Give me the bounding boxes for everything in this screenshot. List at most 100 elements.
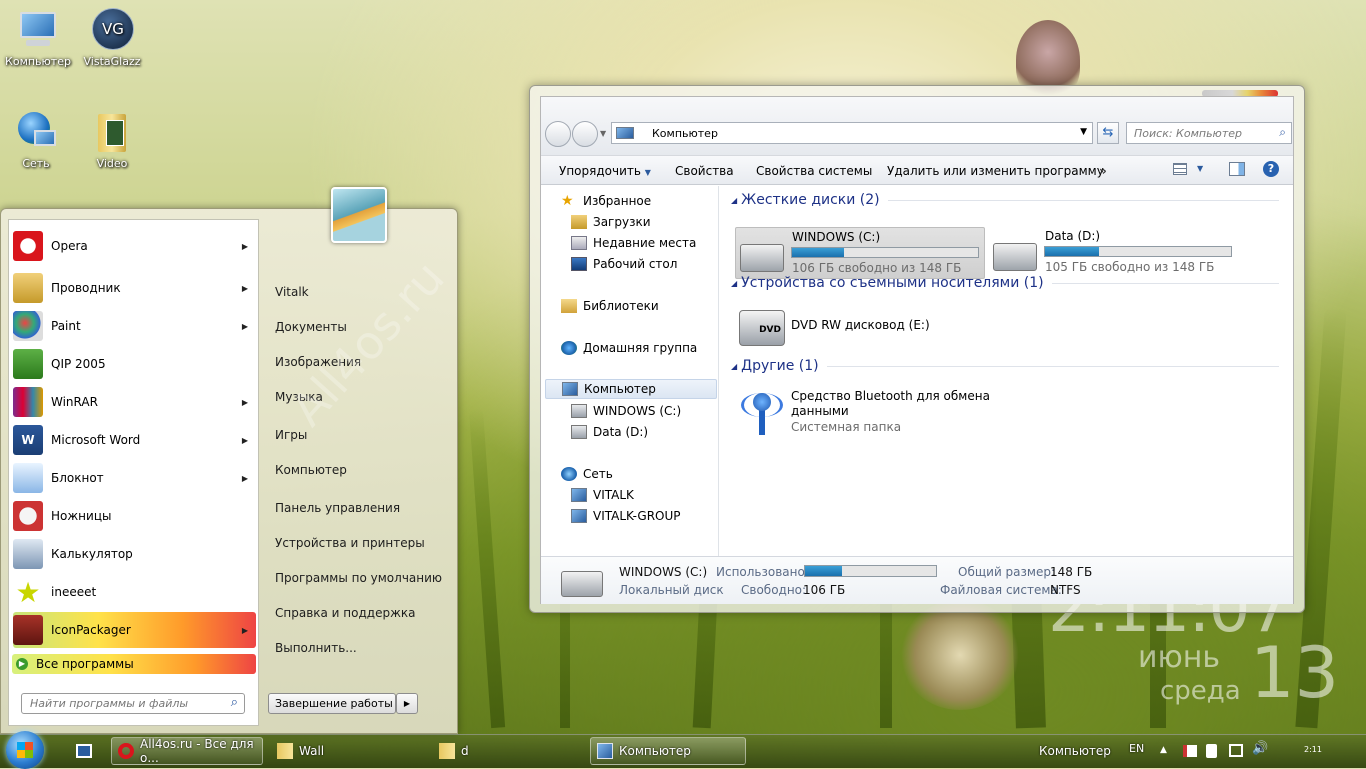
bluetooth-item[interactable]: Средство Bluetooth для обмена данными Си… — [735, 389, 1035, 439]
details-free-value: 106 ГБ — [803, 583, 846, 597]
details-used-label: Использовано: — [716, 565, 809, 579]
help-icon[interactable]: ? — [1263, 161, 1279, 177]
usb-device-icon[interactable] — [1206, 744, 1217, 758]
start-program-item[interactable]: Калькулятор — [13, 536, 256, 572]
view-options-icon[interactable] — [1173, 163, 1187, 175]
start-program-item[interactable]: Opera ▶ — [13, 228, 256, 264]
start-search-box[interactable]: Найти программы и файлы ⌕ — [21, 693, 245, 714]
taskbar-button-opera[interactable]: All4os.ru - Все для о... — [111, 737, 263, 765]
properties-button[interactable]: Свойства — [675, 164, 734, 178]
start-program-item[interactable]: IconPackager ▶ — [13, 612, 256, 648]
show-hidden-icons-button[interactable]: ▲ — [1160, 745, 1167, 755]
drive-tile-c[interactable]: WINDOWS (C:) 106 ГБ свободно из 148 ГБ — [735, 227, 985, 279]
nav-label: Сеть — [583, 467, 613, 481]
start-button[interactable] — [6, 731, 44, 769]
collapse-icon: ◢ — [731, 278, 738, 288]
drive-tile-d[interactable]: Data (D:) 105 ГБ свободно из 148 ГБ — [989, 227, 1239, 279]
computer-icon — [616, 127, 634, 139]
more-commands-button[interactable]: » — [1099, 164, 1107, 178]
network-tray-icon[interactable] — [1229, 744, 1243, 757]
start-place-link[interactable]: Выполнить... — [275, 641, 357, 655]
nav-favorites[interactable]: ★ Избранное — [561, 191, 651, 211]
clock-gadget-month: июнь — [1138, 640, 1221, 675]
history-dropdown-icon[interactable]: ▼ — [600, 129, 606, 138]
shutdown-button[interactable]: Завершение работы — [268, 693, 396, 714]
start-program-label: Microsoft Word — [51, 433, 141, 447]
start-program-item[interactable]: Блокнот ▶ — [13, 460, 256, 496]
taskbar-button-wall[interactable]: Wall — [270, 737, 422, 765]
dvd-drive-item[interactable]: DVD DVD RW дисковод (E:) — [735, 306, 1035, 350]
clock-gadget-weekday: среда — [1160, 676, 1241, 706]
address-dropdown-icon[interactable]: ▼ — [1080, 127, 1087, 137]
tray-clock[interactable]: 2:11 — [1304, 745, 1322, 754]
nav-desktop[interactable]: Рабочий стол — [571, 254, 677, 274]
desktop-icon-video[interactable]: Video — [76, 110, 148, 170]
taskbar-button-d[interactable]: d — [432, 737, 584, 765]
back-button[interactable] — [545, 121, 571, 147]
start-place-link[interactable]: Устройства и принтеры — [275, 536, 425, 550]
language-indicator[interactable]: EN — [1129, 742, 1144, 755]
nav-recent[interactable]: Недавние места — [571, 233, 696, 253]
nav-libraries[interactable]: Библиотеки — [561, 296, 659, 316]
desktop-icon-computer[interactable]: Компьютер — [2, 8, 74, 68]
group-header-removable[interactable]: ◢ Устройства со съемными носителями (1) — [731, 275, 1279, 291]
nav-homegroup[interactable]: Домашняя группа — [561, 338, 697, 358]
start-program-item[interactable]: Ножницы — [13, 498, 256, 534]
nav-computer[interactable]: Компьютер — [545, 379, 717, 399]
nav-network[interactable]: Сеть — [561, 464, 613, 484]
details-drive-name: WINDOWS (C:) — [619, 565, 708, 579]
group-header-other[interactable]: ◢ Другие (1) — [731, 358, 1279, 374]
start-place-link[interactable]: Компьютер — [275, 463, 347, 477]
start-place-link[interactable]: Панель управления — [275, 501, 400, 515]
organize-button[interactable]: Упорядочить ▼ — [559, 164, 651, 178]
start-program-item[interactable]: ★ ineeeet — [13, 574, 256, 610]
desktop-icon-network[interactable]: Сеть — [0, 110, 72, 170]
start-place-link[interactable]: Документы — [275, 320, 347, 334]
system-properties-button[interactable]: Свойства системы — [756, 164, 872, 178]
start-program-item[interactable]: QIP 2005 — [13, 346, 256, 382]
desktop-icon-label: Video — [96, 157, 128, 170]
address-bar[interactable]: Компьютер ▼ — [611, 122, 1093, 144]
word-icon: W — [13, 425, 43, 455]
start-program-item[interactable]: W Microsoft Word ▶ — [13, 422, 256, 458]
nav-label: Домашняя группа — [583, 341, 698, 355]
action-center-icon[interactable] — [1183, 745, 1197, 757]
forward-button[interactable] — [572, 121, 598, 147]
nav-drive-c[interactable]: WINDOWS (C:) — [571, 401, 681, 421]
group-title: Жесткие диски (2) — [741, 192, 880, 208]
search-box[interactable]: Поиск: Компьютер ⌕ — [1126, 122, 1292, 144]
nav-drive-d[interactable]: Data (D:) — [571, 422, 648, 442]
volume-icon[interactable]: 🔊 — [1252, 741, 1268, 756]
preview-pane-icon[interactable] — [1229, 162, 1245, 176]
shutdown-options-button[interactable]: ▶ — [396, 693, 418, 714]
tray-label[interactable]: Компьютер — [1039, 744, 1111, 758]
nav-downloads[interactable]: Загрузки — [571, 212, 651, 232]
uninstall-program-button[interactable]: Удалить или изменить программу — [887, 164, 1104, 178]
start-search-placeholder: Найти программы и файлы — [30, 697, 189, 710]
view-dropdown-icon[interactable]: ▼ — [1197, 164, 1203, 173]
start-place-link[interactable]: Программы по умолчанию — [275, 571, 442, 585]
nav-network-vitalk-group[interactable]: VITALK-GROUP — [571, 506, 681, 526]
start-program-item[interactable]: WinRAR ▶ — [13, 384, 256, 420]
nav-label: Data (D:) — [593, 425, 649, 439]
start-menu-user-picture[interactable] — [331, 187, 387, 243]
all-programs-button[interactable]: ▶ Все программы — [12, 654, 256, 674]
desktop-icon-vistaglazz[interactable]: VG VistaGlazz — [76, 8, 148, 68]
refresh-button[interactable]: ⇆ — [1097, 122, 1119, 144]
start-place-link[interactable]: Vitalk — [275, 285, 309, 299]
nav-network-vitalk[interactable]: VITALK — [571, 485, 634, 505]
group-header-hdd[interactable]: ◢ Жесткие диски (2) — [731, 192, 1279, 208]
start-place-link[interactable]: Игры — [275, 428, 307, 442]
explorer-icon — [13, 273, 43, 303]
taskbar-button-computer[interactable]: Компьютер — [590, 737, 746, 765]
explorer-window[interactable]: ▼ Компьютер ▼ ⇆ Поиск: Компьютер ⌕ Упоря… — [529, 85, 1305, 613]
bluetooth-type: Системная папка — [791, 420, 902, 434]
start-program-item[interactable]: Paint ▶ — [13, 308, 256, 344]
start-place-link[interactable]: Справка и поддержка — [275, 606, 416, 620]
scissors-icon — [13, 501, 43, 531]
start-program-item[interactable]: Проводник ▶ — [13, 270, 256, 306]
show-desktop-icon[interactable] — [76, 744, 92, 758]
winrar-icon — [13, 387, 43, 417]
start-program-label: Блокнот — [51, 471, 104, 485]
start-program-label: Ножницы — [51, 509, 112, 523]
